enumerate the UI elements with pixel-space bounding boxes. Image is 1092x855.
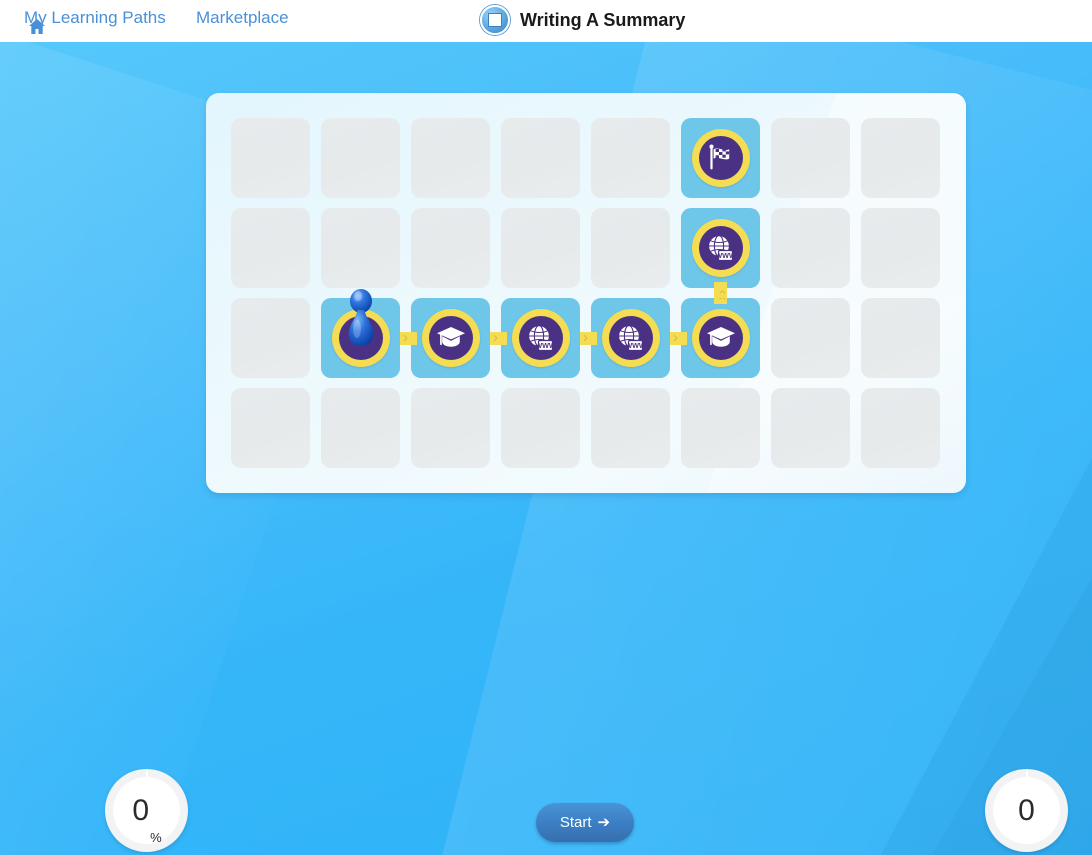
path-connector-right [400, 331, 417, 345]
path-node[interactable] [691, 309, 750, 367]
top-navigation-bar: My Learning Paths Marketplace Writing A … [0, 0, 1092, 42]
path-cell-empty [501, 118, 580, 198]
path-connector-right [580, 331, 597, 345]
path-cell-empty [411, 208, 490, 288]
path-cell-empty [861, 388, 940, 468]
svg-text:WWW: WWW [625, 341, 646, 350]
path-cell-empty [591, 388, 670, 468]
path-cell-empty [321, 208, 400, 288]
path-cell-empty [771, 208, 850, 288]
path-cell-current-position[interactable] [321, 289, 417, 378]
score-value: 0 [1018, 794, 1035, 827]
path-cell-empty [321, 388, 400, 468]
path-cell-empty [501, 208, 580, 288]
path-node[interactable]: WWW [691, 219, 750, 277]
path-cell-empty [771, 388, 850, 468]
grid-badge-icon [480, 5, 510, 35]
path-cell-empty [681, 388, 760, 468]
progress-value: 0 [132, 794, 150, 827]
globe-www-icon: WWW [608, 316, 653, 360]
start-button-label: Start [559, 814, 592, 831]
path-connector-right [670, 331, 687, 345]
path-node[interactable] [331, 309, 390, 367]
svg-text:WWW: WWW [715, 251, 736, 260]
nav-marketplace-label: Marketplace [196, 8, 289, 27]
path-node[interactable] [691, 129, 750, 187]
path-cell-empty [861, 208, 940, 288]
path-cell-empty [861, 298, 940, 378]
path-cell-empty [501, 388, 580, 468]
globe-www-icon: WWW [518, 316, 563, 360]
progress-indicator[interactable]: 0 % [105, 769, 188, 852]
path-cell-empty [591, 208, 670, 288]
path-cell-empty [231, 118, 310, 198]
nav-my-learning-paths[interactable]: My Learning Paths [24, 8, 166, 34]
path-cell-empty [231, 208, 310, 288]
path-cell-empty [591, 118, 670, 198]
globe-www-icon: WWW [698, 226, 743, 270]
path-node[interactable]: WWW [511, 309, 570, 367]
path-cell-web-resource[interactable]: WWW [681, 208, 760, 304]
graduation-cap-icon [428, 316, 473, 360]
path-cell-lesson[interactable] [411, 298, 507, 378]
path-grid: WWW WWW WWW [231, 118, 941, 468]
finish-flag-icon [698, 136, 743, 180]
pawn-marker-icon [338, 316, 383, 360]
progress-percent-sign: % [150, 830, 162, 845]
path-connector-right [490, 331, 507, 345]
learning-path-app: My Learning Paths Marketplace Writing A … [0, 0, 1092, 855]
nav-marketplace[interactable]: Marketplace [196, 8, 289, 28]
path-cell-empty [771, 118, 850, 198]
path-cell-web-resource[interactable]: WWW [591, 298, 687, 378]
path-connector-vertical [714, 282, 727, 298]
path-cell-empty [321, 118, 400, 198]
svg-text:WWW: WWW [535, 341, 556, 350]
graduation-cap-icon [698, 316, 743, 360]
path-cell-empty [231, 388, 310, 468]
path-cell-empty [861, 118, 940, 198]
page-title-group: Writing A Summary [480, 5, 685, 35]
learning-path-board: WWW WWW WWW [206, 93, 966, 493]
page-title: Writing A Summary [520, 9, 686, 30]
home-icon [29, 19, 45, 34]
path-cell-empty [231, 298, 310, 378]
arrow-right-icon: ➔ [597, 814, 611, 831]
path-cell-empty [411, 118, 490, 198]
nav-my-learning-paths-label: My Learning Paths [24, 8, 166, 27]
path-cell-web-resource[interactable]: WWW [501, 298, 597, 378]
path-node[interactable] [421, 309, 480, 367]
score-indicator[interactable]: 0 [985, 769, 1068, 852]
path-cell-empty [411, 388, 490, 468]
path-cell-lesson[interactable] [681, 282, 760, 378]
start-button[interactable]: Start ➔ [536, 803, 634, 842]
path-node[interactable]: WWW [601, 309, 660, 367]
path-cell-empty [771, 298, 850, 378]
path-cell-finish[interactable] [681, 118, 760, 198]
